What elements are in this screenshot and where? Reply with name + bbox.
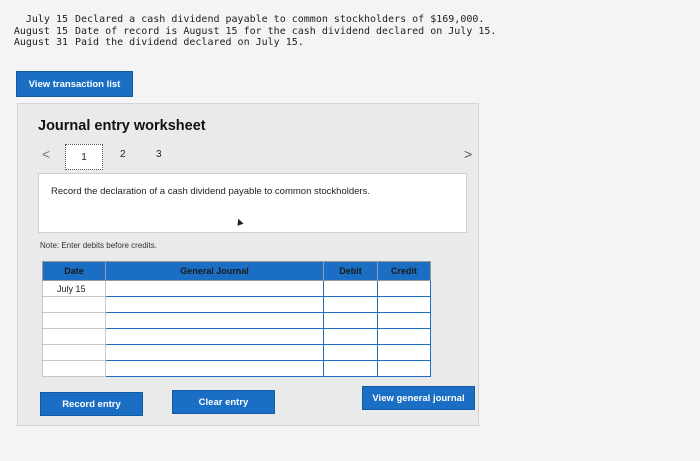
transaction-date: July 15	[25, 14, 68, 25]
chevron-left-icon[interactable]: <	[42, 146, 50, 162]
transaction-date: August 31	[13, 37, 68, 48]
step-tab-2[interactable]: 2	[120, 149, 126, 160]
debit-input[interactable]	[323, 344, 378, 361]
credit-column-header: Credit	[377, 261, 431, 281]
account-input[interactable]	[105, 344, 324, 361]
credit-input[interactable]	[377, 312, 431, 329]
table-row	[42, 296, 431, 313]
step-tab-1[interactable]: 1	[65, 144, 103, 170]
date-cell[interactable]	[42, 296, 106, 313]
account-input[interactable]	[105, 360, 324, 377]
general-journal-column-header: General Journal	[105, 261, 324, 281]
record-entry-button[interactable]: Record entry	[40, 392, 143, 416]
transaction-text: Date of record is August 15 for the cash…	[75, 25, 497, 37]
transaction-row: August 15 Date of record is August 15 fo…	[10, 25, 497, 38]
instruction-box: Record the declaration of a cash dividen…	[38, 173, 467, 233]
transaction-date: August 15	[13, 25, 68, 37]
view-transaction-list-button[interactable]: View transaction list	[16, 71, 133, 97]
credit-input[interactable]	[377, 280, 431, 297]
transaction-row: August 31 Paid the dividend declared on …	[10, 37, 496, 49]
journal-header-row: Date General Journal Debit Credit	[42, 261, 431, 281]
account-input[interactable]	[105, 312, 324, 329]
date-cell[interactable]	[42, 360, 106, 377]
debit-input[interactable]	[323, 312, 378, 329]
credit-input[interactable]	[377, 328, 431, 345]
table-row	[42, 328, 431, 345]
view-general-journal-button[interactable]: View general journal	[362, 386, 475, 410]
clear-entry-button[interactable]: Clear entry	[172, 390, 275, 414]
date-cell[interactable]	[42, 328, 106, 345]
table-row	[42, 360, 431, 377]
worksheet-title: Journal entry worksheet	[38, 118, 206, 134]
credit-input[interactable]	[377, 344, 431, 361]
debit-input[interactable]	[323, 296, 378, 313]
entry-note: Note: Enter debits before credits.	[40, 241, 157, 250]
transaction-text: Declared a cash dividend payable to comm…	[75, 14, 485, 25]
debit-input[interactable]	[323, 328, 378, 345]
date-cell[interactable]	[42, 312, 106, 329]
transaction-row: July 15 Declared a cash dividend payable…	[10, 14, 496, 26]
table-row	[42, 344, 431, 361]
credit-input[interactable]	[377, 296, 431, 313]
account-input[interactable]	[105, 280, 324, 297]
account-input[interactable]	[105, 296, 324, 313]
account-input[interactable]	[105, 328, 324, 345]
journal-table: Date General Journal Debit Credit July 1…	[42, 261, 431, 377]
table-row: July 15	[42, 280, 431, 297]
debit-column-header: Debit	[323, 261, 378, 281]
step-tab-3[interactable]: 3	[156, 149, 162, 160]
date-cell[interactable]	[42, 344, 106, 361]
date-column-header: Date	[42, 261, 106, 281]
transaction-list: July 15 Declared a cash dividend payable…	[10, 14, 497, 49]
debit-input[interactable]	[323, 280, 378, 297]
instruction-text: Record the declaration of a cash dividen…	[51, 186, 370, 197]
chevron-right-icon[interactable]: >	[464, 146, 472, 162]
journal-entry-worksheet: Journal entry worksheet < 1 2 3 > Record…	[17, 103, 479, 426]
credit-input[interactable]	[377, 360, 431, 377]
table-row	[42, 312, 431, 329]
transaction-text: Paid the dividend declared on July 15.	[75, 37, 304, 48]
debit-input[interactable]	[323, 360, 378, 377]
date-cell[interactable]: July 15	[42, 280, 106, 297]
